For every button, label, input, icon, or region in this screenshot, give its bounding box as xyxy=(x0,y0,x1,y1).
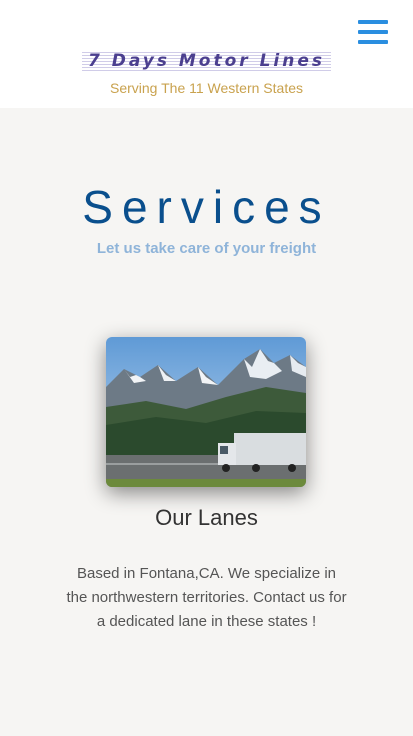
hamburger-menu-icon[interactable] xyxy=(358,20,388,46)
site-header: 7 Days Motor Lines Serving The 11 Wester… xyxy=(0,0,413,108)
tagline: Serving The 11 Western States xyxy=(110,80,303,96)
services-subtitle: Let us take care of your freight xyxy=(96,240,317,257)
card-title: Our Lanes xyxy=(155,505,258,530)
lanes-image xyxy=(106,337,306,487)
logo[interactable]: 7 Days Motor Lines xyxy=(0,50,413,72)
logo-text[interactable]: 7 Days Motor Lines xyxy=(81,50,332,72)
card-text: Based in Fontana,CA. We specialize in th… xyxy=(66,565,347,630)
services-title: Services xyxy=(82,181,331,233)
